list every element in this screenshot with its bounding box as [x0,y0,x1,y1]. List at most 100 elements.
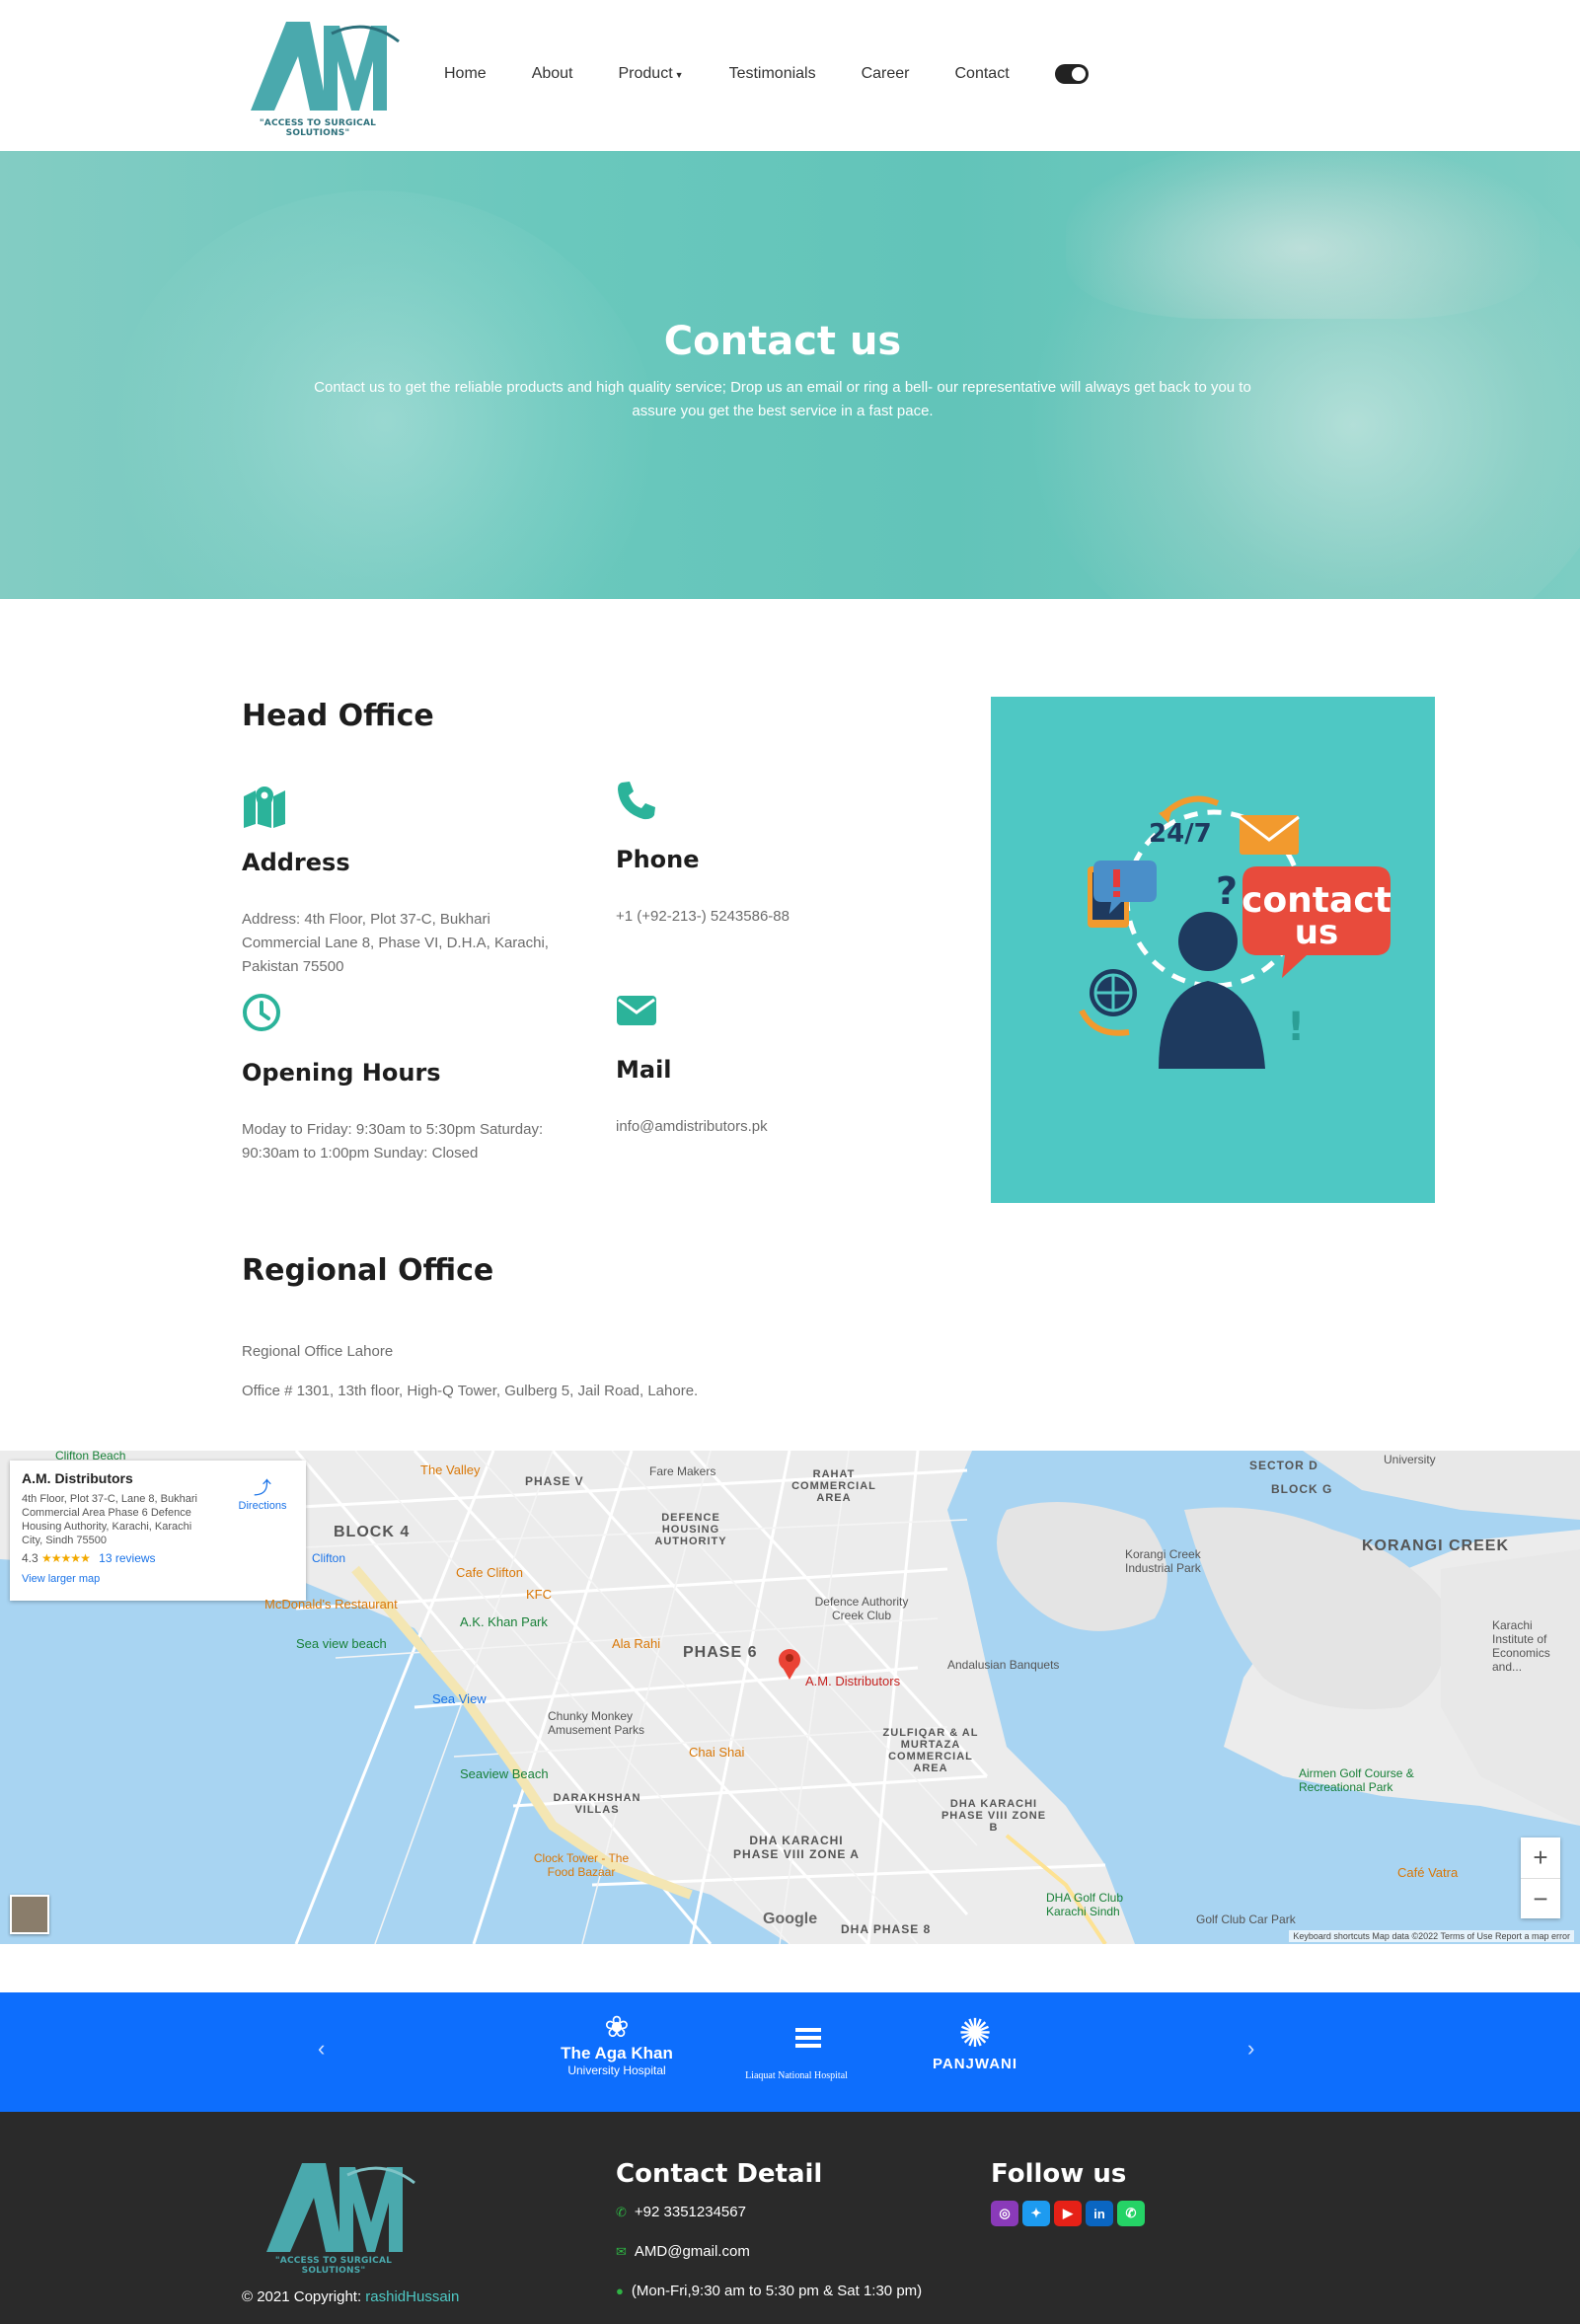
copyright: © 2021 Copyright: rashidHussain [242,2288,459,2305]
google-logo: Google [763,1911,818,1927]
brand-tagline: "ACCESS TO SURGICAL SOLUTIONS" [259,118,377,138]
nav-about[interactable]: About [532,65,573,83]
regional-office-address: Office # 1301, 13th floor, High-Q Tower,… [242,1383,699,1399]
map-label-defence: DEFENCE HOUSING AUTHORITY [654,1512,727,1547]
theme-toggle[interactable] [1054,64,1089,84]
poi-cafe-clifton[interactable]: Cafe Clifton [456,1565,523,1580]
phone-title: Phone [616,846,700,873]
google-map[interactable]: A.M. Distributors 4th Floor, Plot 37-C, … [0,1451,1580,1944]
map-label-sector: SECTOR D [1249,1459,1318,1472]
am-logo-icon [266,2163,415,2252]
copyright-text: © 2021 Copyright: [242,2288,362,2305]
clock-icon [242,993,287,1038]
map-attribution[interactable]: Keyboard shortcuts Map data ©2022 Terms … [1289,1930,1574,1942]
map-zoom-control: + − [1521,1837,1560,1918]
directions-label: Directions [238,1500,287,1512]
regional-office-name: Regional Office Lahore [242,1343,394,1360]
aga-khan-logo-icon: ❀ [604,2011,630,2044]
map-card-address: 4th Floor, Plot 37-C, Lane 8, Bukhari Co… [22,1493,197,1546]
view-larger-map-link[interactable]: View larger map [22,1573,294,1585]
poi-kfc[interactable]: KFC [526,1587,552,1602]
nav-career[interactable]: Career [862,65,910,83]
footer-logo[interactable]: "ACCESS TO SURGICAL SOLUTIONS" [245,2153,422,2282]
map-satellite-toggle[interactable] [10,1895,49,1934]
mail-text[interactable]: info@amdistributors.pk [616,1115,912,1139]
nav-contact[interactable]: Contact [955,65,1010,83]
map-label-dha8a: DHA KARACHI PHASE VIII ZONE A [733,1834,860,1861]
poi-mcdonalds[interactable]: McDonald's Restaurant [264,1597,398,1612]
chevron-down-icon: ▼ [674,70,684,80]
envelope-icon [616,995,661,1040]
partner-panjwani-name: PANJWANI [932,2056,1018,2072]
footer-phone[interactable]: ✆ +92 3351234567 [616,2204,746,2220]
opening-hours-title: Opening Hours [242,1059,441,1087]
social-links: ◎ ✦ ▶ in ✆ [991,2201,1145,2226]
footer-tagline: "ACCESS TO SURGICAL SOLUTIONS" [274,2256,393,2276]
poi-ak-khan-park[interactable]: A.K. Khan Park [460,1614,548,1629]
poi-university[interactable]: University [1384,1453,1436,1466]
head-office-title: Head Office [242,699,434,733]
copyright-author-link[interactable]: rashidHussain [365,2288,459,2305]
nav-home[interactable]: Home [444,65,487,83]
linkedin-icon[interactable]: in [1086,2201,1113,2226]
phone-text[interactable]: +1 (+92-213-) 5243586-88 [616,905,912,929]
poi-sea-view-beach[interactable]: Sea view beach [296,1636,387,1651]
opening-hours-text: Moday to Friday: 9:30am to 5:30pm Saturd… [242,1121,544,1162]
zoom-in-button[interactable]: + [1521,1837,1560,1878]
hero-banner: Contact us Contact us to get the reliabl… [0,151,1580,599]
nav-product-label: Product [618,65,673,82]
zoom-out-button[interactable]: − [1521,1878,1560,1918]
map-pin-label[interactable]: A.M. Distributors [805,1674,900,1688]
twitter-icon[interactable]: ✦ [1022,2201,1050,2226]
footer-email[interactable]: ✉ AMD@gmail.com [616,2243,750,2260]
nav-product[interactable]: Product ▼ [619,65,684,83]
map-card-rating-value: 4.3 [22,1551,38,1565]
poi-creek-club[interactable]: Defence Authority Creek Club [807,1595,916,1622]
poi-sea-view[interactable]: Sea View [432,1691,487,1706]
footer-hours: ● (Mon-Fri,9:30 am to 5:30 pm & Sat 1:30 … [616,2283,922,2299]
youtube-icon[interactable]: ▶ [1054,2201,1082,2226]
svg-text:?: ? [1216,869,1238,913]
footer: "ACCESS TO SURGICAL SOLUTIONS" © 2021 Co… [0,2112,1580,2324]
poi-the-valley[interactable]: The Valley [420,1462,480,1477]
directions-button[interactable]: ⤴ Directions [233,1474,292,1512]
poi-fare-makers[interactable]: Fare Makers [649,1464,715,1478]
nav-testimonials[interactable]: Testimonials [729,65,816,83]
poi-andalusian[interactable]: Andalusian Banquets [947,1658,1059,1672]
poi-korangi-park[interactable]: Korangi Creek Industrial Park [1125,1547,1234,1575]
map-place-card: A.M. Distributors 4th Floor, Plot 37-C, … [10,1461,306,1601]
star-rating-icon: ★★★★★ [41,1551,91,1565]
phone-icon [616,780,661,825]
map-label-rahat: RAHAT COMMERCIAL AREA [791,1468,876,1504]
poi-clifton-beach[interactable]: Clifton Beach [55,1451,125,1462]
poi-golf-car-park[interactable]: Golf Club Car Park [1196,1912,1296,1926]
partner-liaquat[interactable]: Liaquat National Hospital [732,2010,861,2081]
instagram-icon[interactable]: ◎ [991,2201,1018,2226]
map-label-phase6: PHASE 6 [683,1644,758,1661]
partners-carousel: ‹ ❀ The Aga Khan University Hospital Lia… [0,1992,1580,2112]
poi-airmen-golf[interactable]: Airmen Golf Course & Recreational Park [1299,1766,1427,1794]
contact-detail-title: Contact Detail [616,2159,823,2189]
partner-panjwani[interactable]: ✺ PANJWANI [916,2012,1034,2072]
liaquat-logo-icon [776,2014,821,2062]
hero-photo-hair [1066,151,1540,319]
poi-ala-rahi[interactable]: Ala Rahi [612,1636,660,1651]
carousel-next-button[interactable]: › [1247,2036,1254,2062]
poi-cafe-vatra[interactable]: Café Vatra [1397,1865,1458,1880]
poi-chai-shai[interactable]: Chai Shai [689,1745,744,1760]
map-label-phasev: PHASE V [525,1474,584,1488]
map-label-block4: BLOCK 4 [334,1524,411,1540]
poi-clifton[interactable]: Clifton [312,1551,345,1565]
hero-subtitle: Contact us to get the reliable products … [314,379,1251,419]
carousel-prev-button[interactable]: ‹ [318,2036,325,2062]
poi-karachi-institute[interactable]: Karachi Institute of Economics and... [1492,1618,1561,1674]
partner-aga-khan[interactable]: ❀ The Aga Khan University Hospital [553,2011,681,2078]
poi-chunky-monkey[interactable]: Chunky Monkey Amusement Parks [548,1709,666,1737]
map-card-reviews-link[interactable]: 13 reviews [99,1551,155,1565]
poi-seaview-beach[interactable]: Seaview Beach [460,1766,549,1781]
brand-logo[interactable]: "ACCESS TO SURGICAL SOLUTIONS" [229,12,407,138]
poi-clock-tower[interactable]: Clock Tower - The Food Bazaar [527,1851,636,1879]
address-text: Address: 4th Floor, Plot 37-C, Bukhari C… [242,911,549,975]
poi-dha-golf[interactable]: DHA Golf Club Karachi Sindh [1046,1891,1145,1918]
whatsapp-icon[interactable]: ✆ [1117,2201,1145,2226]
